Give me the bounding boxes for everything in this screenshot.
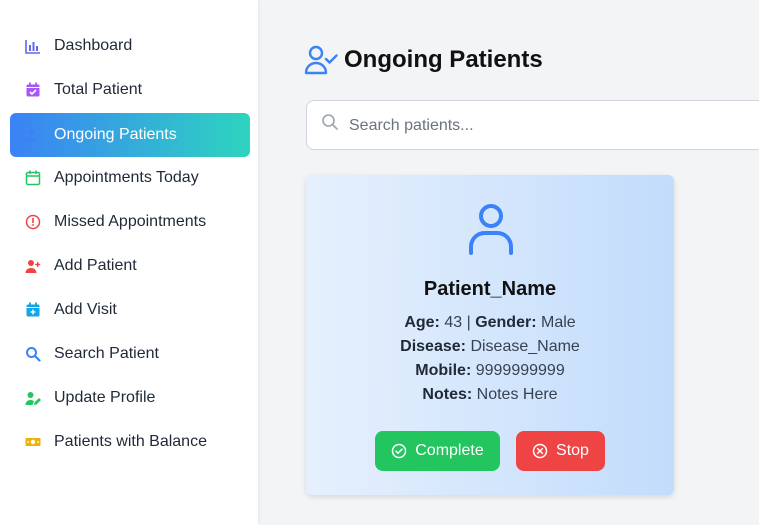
sidebar-item-update-profile[interactable]: Update Profile	[10, 376, 250, 420]
sidebar-item-patients-with-balance[interactable]: Patients with Balance	[10, 420, 250, 464]
user-plus-icon	[25, 258, 41, 274]
sidebar-item-ongoing-patients[interactable]: Ongoing Patients	[10, 113, 250, 157]
alert-circle-icon	[25, 214, 41, 230]
stop-button[interactable]: Stop	[516, 431, 605, 471]
search-input[interactable]	[347, 109, 751, 143]
sidebar: Dashboard Total Patient Ongoing Patients…	[0, 0, 258, 525]
gender-value: Male	[540, 314, 576, 331]
sidebar-item-label: Update Profile	[54, 389, 156, 406]
app-root: Dashboard Total Patient Ongoing Patients…	[0, 0, 759, 525]
mobile-label: Mobile:	[415, 362, 472, 379]
mobile-value: 9999999999	[475, 362, 565, 379]
sidebar-item-label: Missed Appointments	[54, 213, 207, 230]
sidebar-item-label: Dashboard	[54, 37, 133, 54]
sidebar-item-label: Total Patient	[54, 81, 143, 98]
disease-value: Disease_Name	[470, 338, 580, 355]
complete-button-label: Complete	[415, 442, 484, 459]
sidebar-item-label: Add Visit	[54, 301, 117, 318]
user-check-icon	[25, 127, 41, 143]
separator: |	[466, 314, 471, 331]
user-edit-icon	[25, 390, 41, 406]
page-title-text: Ongoing Patients	[344, 46, 543, 73]
gender-label: Gender:	[475, 314, 537, 331]
user-check-icon	[304, 45, 338, 75]
age-label: Age:	[404, 314, 440, 331]
patient-mobile: Mobile: 9999999999	[306, 362, 674, 380]
notes-value: Notes Here	[476, 386, 558, 403]
sidebar-item-label: Add Patient	[54, 257, 137, 274]
sidebar-item-total-patient[interactable]: Total Patient	[10, 68, 250, 112]
sidebar-item-add-patient[interactable]: Add Patient	[10, 244, 250, 288]
sidebar-item-label: Appointments Today	[54, 169, 199, 186]
patient-notes: Notes: Notes Here	[306, 386, 674, 404]
patient-disease: Disease: Disease_Name	[306, 338, 674, 356]
search-icon	[322, 114, 338, 130]
patient-name: Patient_Name	[423, 278, 557, 300]
notes-label: Notes:	[422, 386, 473, 403]
age-value: 43	[444, 314, 463, 331]
complete-button[interactable]: Complete	[375, 431, 500, 471]
sidebar-item-dashboard[interactable]: Dashboard	[10, 24, 250, 68]
patient-age-gender: Age: 43 | Gender: Male	[306, 314, 674, 332]
stop-button-label: Stop	[556, 442, 589, 459]
sidebar-item-label: Search Patient	[54, 345, 159, 362]
calendar-check-icon	[25, 82, 41, 98]
calendar-icon	[25, 170, 41, 186]
sidebar-item-add-visit[interactable]: Add Visit	[10, 288, 250, 332]
search-bar	[306, 100, 759, 150]
x-circle-icon	[532, 443, 548, 459]
sidebar-item-appointments-today[interactable]: Appointments Today	[10, 156, 250, 200]
sidebar-item-missed-appointments[interactable]: Missed Appointments	[10, 200, 250, 244]
disease-label: Disease:	[400, 338, 466, 355]
bar-chart-icon	[25, 38, 41, 54]
page-title: Ongoing Patients	[304, 44, 543, 76]
money-icon	[25, 434, 41, 450]
user-avatar-icon	[469, 204, 513, 255]
search-icon	[25, 346, 41, 362]
sidebar-item-label: Patients with Balance	[54, 433, 207, 450]
sidebar-item-label: Ongoing Patients	[54, 126, 177, 143]
calendar-plus-icon	[25, 302, 41, 318]
check-circle-icon	[392, 443, 407, 459]
patient-card: Patient_Name Age: 43 | Gender: Male Dise…	[306, 175, 674, 495]
sidebar-item-search-patient[interactable]: Search Patient	[10, 332, 250, 376]
